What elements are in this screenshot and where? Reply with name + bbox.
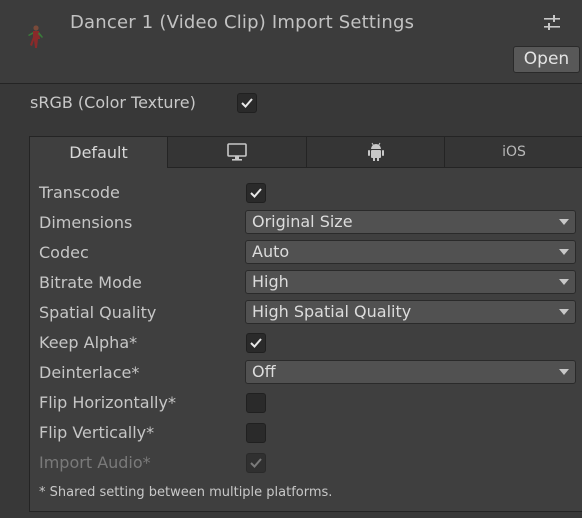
codec-dropdown[interactable]: Auto xyxy=(245,240,576,264)
flip-vertically-label: Flip Vertically* xyxy=(39,423,155,442)
dimensions-label: Dimensions xyxy=(39,213,133,232)
monitor-icon xyxy=(227,143,247,161)
sliders-icon[interactable] xyxy=(543,14,561,32)
dimensions-value: Original Size xyxy=(252,212,353,231)
bitrate-mode-value: High xyxy=(252,272,289,291)
android-icon xyxy=(367,142,384,161)
chevron-down-icon xyxy=(559,219,569,225)
spatial-quality-value: High Spatial Quality xyxy=(252,302,412,321)
srgb-checkbox[interactable] xyxy=(237,93,257,113)
chevron-down-icon xyxy=(559,249,569,255)
import-audio-label: Import Audio* xyxy=(39,453,151,472)
transcode-label: Transcode xyxy=(39,183,120,202)
tab-ios-label: iOS xyxy=(502,144,526,160)
tab-default-label: Default xyxy=(69,143,128,162)
tab-default[interactable]: Default xyxy=(30,137,168,168)
srgb-label: sRGB (Color Texture) xyxy=(30,93,196,112)
platform-settings-panel: Default iOS Transcode Dimensions Origina… xyxy=(29,136,582,512)
spatial-quality-dropdown[interactable]: High Spatial Quality xyxy=(245,300,576,324)
tab-android[interactable] xyxy=(307,137,445,168)
import-settings-title: Dancer 1 (Video Clip) Import Settings xyxy=(70,12,415,33)
codec-label: Codec xyxy=(39,243,89,262)
tab-standalone[interactable] xyxy=(168,137,307,168)
keep-alpha-label: Keep Alpha* xyxy=(39,333,138,352)
chevron-down-icon xyxy=(559,309,569,315)
checkmark-icon xyxy=(250,338,262,348)
codec-value: Auto xyxy=(252,242,290,261)
chevron-down-icon xyxy=(559,279,569,285)
shared-setting-footnote: * Shared setting between multiple platfo… xyxy=(39,485,333,500)
dimensions-dropdown[interactable]: Original Size xyxy=(245,210,576,234)
bitrate-mode-dropdown[interactable]: High xyxy=(245,270,576,294)
flip-horizontally-checkbox[interactable] xyxy=(246,393,266,413)
chevron-down-icon xyxy=(559,369,569,375)
keep-alpha-checkbox[interactable] xyxy=(246,333,266,353)
platform-tabs: Default iOS xyxy=(30,137,582,168)
deinterlace-label: Deinterlace* xyxy=(39,363,140,382)
spatial-quality-label: Spatial Quality xyxy=(39,303,157,322)
deinterlace-dropdown[interactable]: Off xyxy=(245,360,576,384)
import-audio-checkbox xyxy=(246,453,266,473)
inspector-header: Dancer 1 (Video Clip) Import Settings Op… xyxy=(0,0,582,84)
bitrate-mode-label: Bitrate Mode xyxy=(39,273,142,292)
flip-vertically-checkbox[interactable] xyxy=(246,423,266,443)
tab-ios[interactable]: iOS xyxy=(445,137,582,168)
checkmark-icon xyxy=(250,188,262,198)
video-clip-thumbnail xyxy=(28,25,43,48)
checkmark-icon xyxy=(250,458,262,468)
checkmark-icon xyxy=(241,98,253,108)
deinterlace-value: Off xyxy=(252,362,276,381)
flip-horizontally-label: Flip Horizontally* xyxy=(39,393,176,412)
transcode-checkbox[interactable] xyxy=(246,183,266,203)
open-button[interactable]: Open xyxy=(513,46,580,73)
